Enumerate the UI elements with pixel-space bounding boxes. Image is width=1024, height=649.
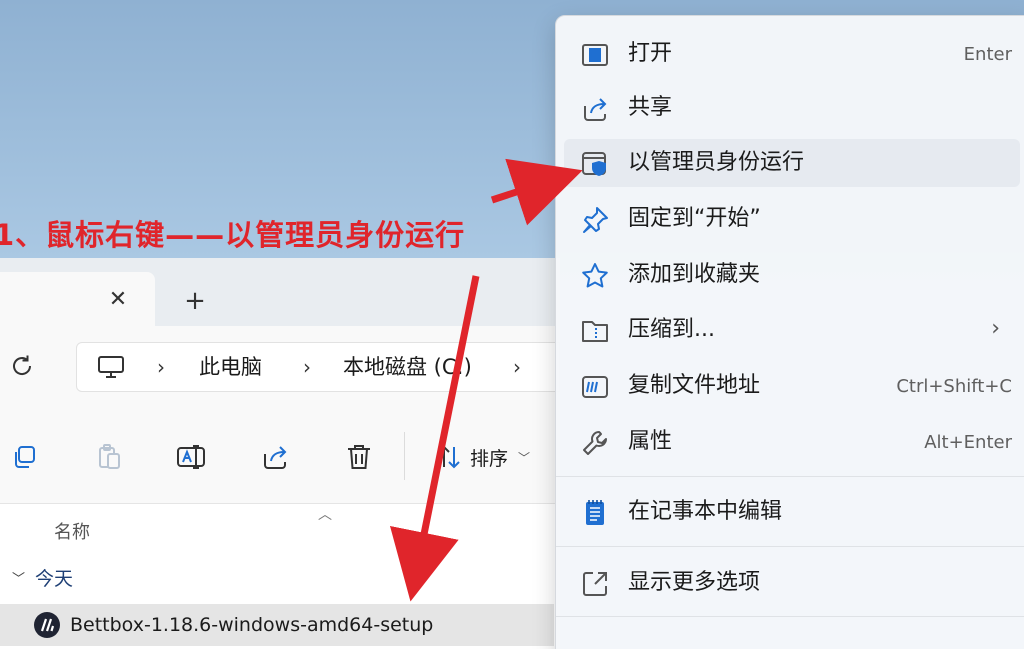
zip-folder-icon — [582, 321, 608, 342]
sort-icon — [438, 445, 460, 469]
menu-shortcut: Enter — [963, 44, 1012, 65]
menu-item-show-more-options[interactable]: 显示更多选项 — [564, 559, 1020, 607]
share-icon[interactable] — [260, 442, 290, 472]
share-icon — [584, 98, 607, 121]
menu-item-pin-to-start[interactable]: 固定到“开始” — [564, 195, 1020, 243]
computer-icon — [98, 356, 124, 378]
paste-icon[interactable] — [94, 442, 124, 472]
menu-shortcut: Ctrl+Shift+C — [896, 376, 1012, 397]
file-explorer-window: ✕ + › 此电脑 › 本地磁盘 (C:) › 排序 ﹀ ︿ 名称 ﹀ 今天 B… — [0, 258, 560, 649]
chevron-right-icon[interactable]: › — [303, 355, 311, 379]
menu-separator — [556, 616, 1024, 617]
chevron-right-icon[interactable]: › — [513, 355, 521, 379]
menu-item-edit-in-notepad[interactable]: 在记事本中编辑 — [564, 488, 1020, 536]
menu-label: 固定到“开始” — [628, 206, 761, 231]
star-icon — [582, 263, 608, 288]
menu-label: 以管理员身份运行 — [628, 150, 805, 175]
new-tab-button[interactable]: + — [180, 286, 210, 316]
menu-separator — [556, 546, 1024, 547]
menu-label: 属性 — [628, 429, 673, 454]
menu-separator — [556, 476, 1024, 477]
column-header-name[interactable]: 名称 — [54, 518, 90, 544]
chevron-down-icon[interactable]: ﹀ — [12, 568, 25, 587]
tab-strip: ✕ + — [0, 258, 560, 326]
sort-button[interactable]: 排序 ﹀ — [436, 440, 530, 474]
menu-label: 在记事本中编辑 — [628, 499, 783, 524]
command-bar: 排序 ﹀ — [0, 408, 560, 504]
menu-label: 打开 — [628, 41, 673, 66]
menu-item-open[interactable]: 打开 Enter — [564, 30, 1020, 78]
chevron-down-icon: ﹀ — [518, 450, 531, 465]
refresh-icon[interactable] — [8, 352, 36, 380]
menu-item-copy-as-path[interactable]: 复制文件地址 Ctrl+Shift+C — [564, 362, 1020, 410]
arrow-to-menu-item — [490, 158, 583, 226]
menu-item-run-as-admin[interactable]: 以管理员身份运行 — [564, 139, 1020, 187]
chevron-right-icon[interactable]: › — [157, 355, 165, 379]
pin-icon — [583, 207, 608, 233]
menu-label: 添加到收藏夹 — [628, 262, 761, 287]
wrench-icon — [583, 431, 607, 455]
copy-icon[interactable] — [10, 442, 40, 472]
menu-item-share[interactable]: 共享 — [564, 84, 1020, 132]
context-menu: 打开 Enter 共享 以管理员身份运行 固定到“开始” 添加到收藏夹 压缩到.… — [555, 15, 1024, 649]
file-list: ︿ 名称 ﹀ 今天 Bettbox-1.18.6-windows-amd64-s… — [0, 504, 560, 649]
app-icon — [34, 612, 60, 638]
group-header-today[interactable]: ﹀ 今天 — [12, 564, 73, 591]
breadcrumb-this-pc[interactable]: 此电脑 — [199, 355, 262, 379]
admin-shield-icon — [582, 152, 606, 176]
sort-label: 排序 — [470, 447, 509, 470]
menu-item-properties[interactable]: 属性 Alt+Enter — [564, 418, 1020, 466]
menu-item-add-to-favorites[interactable]: 添加到收藏夹 — [564, 251, 1020, 299]
breadcrumb-local-disk[interactable]: 本地磁盘 (C:) — [343, 355, 472, 379]
notepad-icon — [586, 500, 604, 525]
navigation-bar: › 此电脑 › 本地磁盘 (C:) › — [0, 326, 560, 408]
close-tab-icon[interactable]: ✕ — [104, 286, 132, 314]
more-options-icon — [583, 572, 607, 596]
menu-label: 复制文件地址 — [628, 373, 761, 398]
quick-action-icons[interactable] — [576, 636, 976, 649]
group-label: 今天 — [35, 568, 74, 590]
instruction-annotation: 1、鼠标右键——以管理员身份运行 — [0, 218, 466, 252]
file-name: Bettbox-1.18.6-windows-amd64-setup — [70, 614, 434, 636]
file-row-selected[interactable]: Bettbox-1.18.6-windows-amd64-setup — [0, 604, 554, 646]
menu-label: 压缩到... — [628, 317, 715, 342]
address-bar[interactable]: › 此电脑 › 本地磁盘 (C:) › — [76, 342, 560, 392]
open-icon — [582, 44, 608, 66]
delete-icon[interactable] — [344, 442, 374, 472]
menu-label: 显示更多选项 — [628, 570, 761, 595]
toolbar-divider — [404, 432, 405, 480]
chevron-right-icon: › — [991, 316, 1000, 341]
explorer-tab[interactable]: ✕ — [0, 272, 155, 326]
menu-item-compress-to[interactable]: 压缩到... › — [564, 306, 1020, 354]
rename-icon[interactable] — [176, 442, 206, 472]
menu-label: 共享 — [628, 95, 673, 120]
sort-ascending-icon: ︿ — [318, 507, 332, 523]
menu-shortcut: Alt+Enter — [924, 432, 1012, 453]
copy-path-icon — [582, 376, 608, 398]
